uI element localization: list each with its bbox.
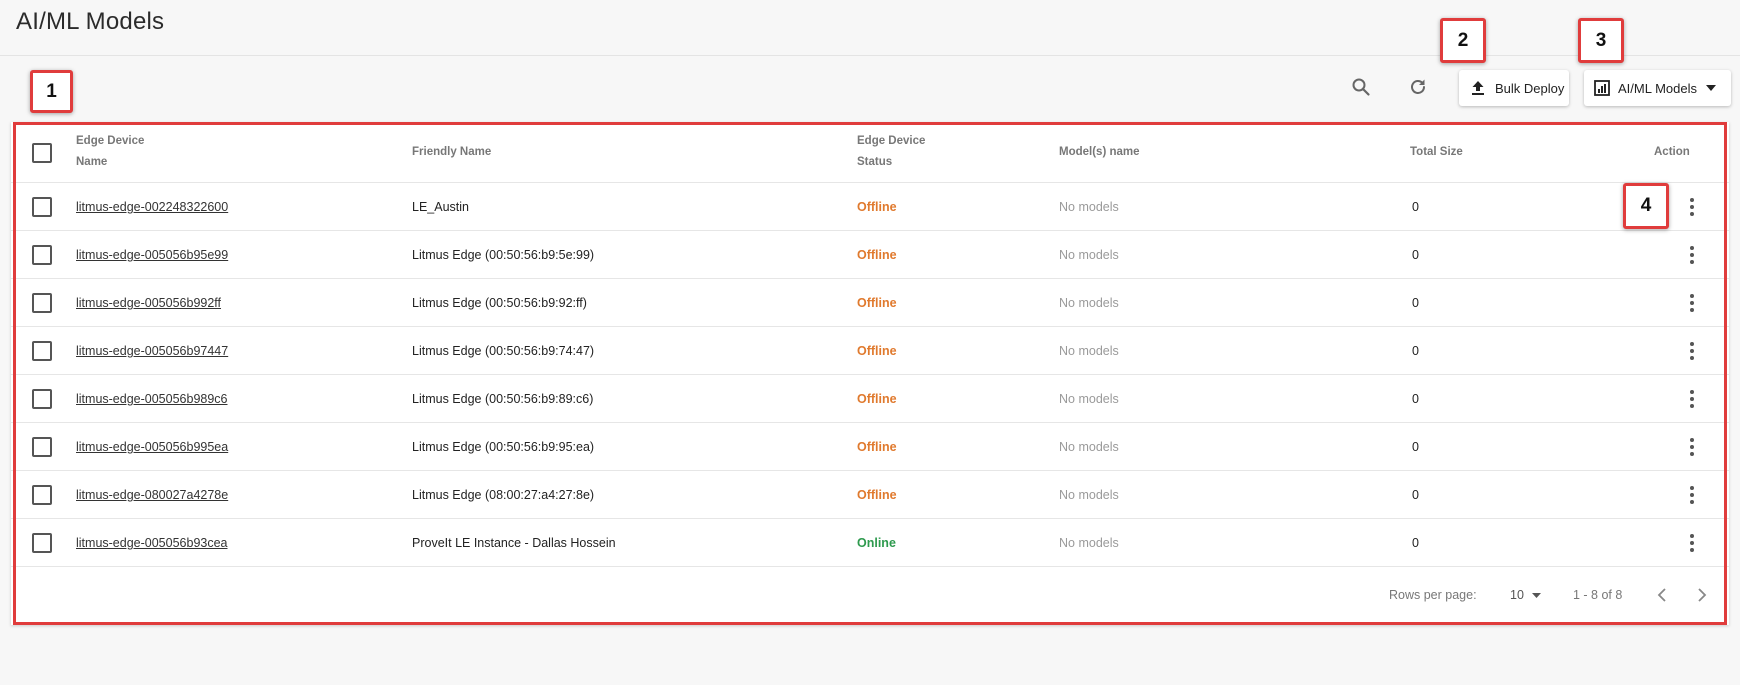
device-name-link[interactable]: litmus-edge-005056b989c6 xyxy=(76,392,228,406)
select-all-checkbox[interactable] xyxy=(32,143,52,163)
more-options-icon[interactable] xyxy=(1682,241,1702,269)
view-select-dropdown[interactable]: AI/ML Models xyxy=(1584,70,1731,106)
row-checkbox[interactable] xyxy=(32,245,52,265)
models-cell: No models xyxy=(1059,488,1119,502)
total-size-cell: 0 xyxy=(1412,488,1419,502)
device-name-link[interactable]: litmus-edge-002248322600 xyxy=(76,200,228,214)
friendly-name-cell: Litmus Edge (08:00:27:a4:27:8e) xyxy=(412,488,595,502)
chevron-right-icon[interactable] xyxy=(1697,585,1707,605)
total-size-cell: 0 xyxy=(1412,248,1419,262)
row-checkbox[interactable] xyxy=(32,197,52,217)
device-name-link[interactable]: litmus-edge-005056b93cea xyxy=(76,536,228,550)
friendly-name-cell: Litmus Edge (00:50:56:b9:5e:99) xyxy=(412,248,595,262)
header-name-line2: Name xyxy=(76,156,108,168)
bulk-deploy-button[interactable]: Bulk Deploy xyxy=(1459,70,1569,106)
table-row: litmus-edge-005056b992ff Litmus Edge (00:… xyxy=(11,279,1729,327)
status-badge: Offline xyxy=(857,344,897,358)
total-size-cell: 0 xyxy=(1412,440,1419,454)
page-title: AI/ML Models xyxy=(16,8,165,35)
row-checkbox[interactable] xyxy=(32,389,52,409)
annotation-marker-1: 1 xyxy=(30,70,73,113)
more-options-icon[interactable] xyxy=(1682,289,1702,317)
more-options-icon[interactable] xyxy=(1682,193,1702,221)
table-row: litmus-edge-005056b995ea Litmus Edge (00:… xyxy=(11,423,1729,471)
rows-per-page-label: Rows per page: xyxy=(1389,588,1477,602)
more-options-icon[interactable] xyxy=(1682,337,1702,365)
friendly-name-cell: Litmus Edge (00:50:56:b9:89:c6) xyxy=(412,392,594,406)
models-cell: No models xyxy=(1059,200,1119,214)
table-row: litmus-edge-005056b93cea ProveIt LE Insta… xyxy=(11,519,1729,567)
table-row: litmus-edge-005056b989c6 Litmus Edge (00:… xyxy=(11,375,1729,423)
annotation-marker-4: 4 xyxy=(1623,183,1669,229)
table-row: litmus-edge-005056b97447 Litmus Edge (00:… xyxy=(11,327,1729,375)
total-size-cell: 0 xyxy=(1412,296,1419,310)
device-name-link[interactable]: litmus-edge-005056b97447 xyxy=(76,344,228,358)
device-name-link[interactable]: litmus-edge-005056b995ea xyxy=(76,440,228,454)
models-cell: No models xyxy=(1059,296,1119,310)
status-badge: Offline xyxy=(857,392,897,406)
header-friendly-name[interactable]: Friendly Name xyxy=(412,142,491,163)
total-size-cell: 0 xyxy=(1412,536,1419,550)
upload-icon xyxy=(1470,80,1486,96)
caret-down-icon xyxy=(1531,592,1541,598)
table-row: litmus-edge-002248322600 LE_Austin Offline… xyxy=(11,183,1729,231)
friendly-name-cell: Litmus Edge (00:50:56:b9:95:ea) xyxy=(412,440,595,454)
annotation-marker-2: 2 xyxy=(1440,18,1486,63)
rows-per-page-value: 10 xyxy=(1510,588,1524,602)
row-checkbox[interactable] xyxy=(32,437,52,457)
row-checkbox[interactable] xyxy=(32,293,52,313)
total-size-cell: 0 xyxy=(1412,392,1419,406)
header-name-line1: Edge Device xyxy=(76,135,145,147)
table-header: Edge Device Name Friendly Name Edge Devi… xyxy=(11,122,1729,183)
models-cell: No models xyxy=(1059,248,1119,262)
table-row: litmus-edge-080027a4278e Litmus Edge (08:… xyxy=(11,471,1729,519)
friendly-name-cell: LE_Austin xyxy=(412,200,469,214)
more-options-icon[interactable] xyxy=(1682,433,1702,461)
chevron-left-icon[interactable] xyxy=(1657,585,1667,605)
more-options-icon[interactable] xyxy=(1682,481,1702,509)
total-size-cell: 0 xyxy=(1412,344,1419,358)
header-total-size[interactable]: Total Size xyxy=(1410,142,1463,163)
pagination-range: 1 - 8 of 8 xyxy=(1573,588,1623,602)
bulk-deploy-label: Bulk Deploy xyxy=(1495,80,1565,96)
status-badge: Offline xyxy=(857,488,897,502)
friendly-name-cell: Litmus Edge (00:50:56:b9:92:ff) xyxy=(412,296,587,310)
header-status-line2: Status xyxy=(857,156,893,168)
status-badge: Offline xyxy=(857,248,897,262)
row-checkbox[interactable] xyxy=(32,485,52,505)
models-cell: No models xyxy=(1059,344,1119,358)
header-action: Action xyxy=(1654,146,1690,158)
devices-table: Edge Device Name Friendly Name Edge Devi… xyxy=(11,122,1729,625)
header-edge-device-name[interactable]: Edge Device Name xyxy=(76,131,144,173)
status-badge: Online xyxy=(857,536,896,550)
search-icon[interactable] xyxy=(1348,74,1374,100)
more-options-icon[interactable] xyxy=(1682,529,1702,557)
status-badge: Offline xyxy=(857,440,897,454)
total-size-cell: 0 xyxy=(1412,200,1419,214)
header-edge-device-status[interactable]: Edge Device Status xyxy=(857,131,925,173)
header-status-line1: Edge Device xyxy=(857,135,926,147)
table-row: litmus-edge-005056b95e99 Litmus Edge (00:… xyxy=(11,231,1729,279)
row-checkbox[interactable] xyxy=(32,341,52,361)
chart-icon xyxy=(1594,80,1610,96)
status-badge: Offline xyxy=(857,200,897,214)
device-name-link[interactable]: litmus-edge-080027a4278e xyxy=(76,488,228,502)
models-cell: No models xyxy=(1059,536,1119,550)
status-badge: Offline xyxy=(857,296,897,310)
models-cell: No models xyxy=(1059,392,1119,406)
header-models-name[interactable]: Model(s) name xyxy=(1059,142,1140,163)
pagination: Rows per page: 10 1 - 8 of 8 xyxy=(0,566,1740,636)
row-checkbox[interactable] xyxy=(32,533,52,553)
models-cell: No models xyxy=(1059,440,1119,454)
caret-down-icon xyxy=(1706,85,1716,91)
friendly-name-cell: ProveIt LE Instance - Dallas Hossein xyxy=(412,536,616,550)
rows-per-page-select[interactable]: 10 xyxy=(1510,585,1541,605)
device-name-link[interactable]: litmus-edge-005056b992ff xyxy=(76,296,221,310)
view-select-label: AI/ML Models xyxy=(1618,80,1697,96)
more-options-icon[interactable] xyxy=(1682,385,1702,413)
friendly-name-cell: Litmus Edge (00:50:56:b9:74:47) xyxy=(412,344,595,358)
annotation-marker-3: 3 xyxy=(1578,18,1624,63)
device-name-link[interactable]: litmus-edge-005056b95e99 xyxy=(76,248,228,262)
refresh-icon[interactable] xyxy=(1405,74,1431,100)
